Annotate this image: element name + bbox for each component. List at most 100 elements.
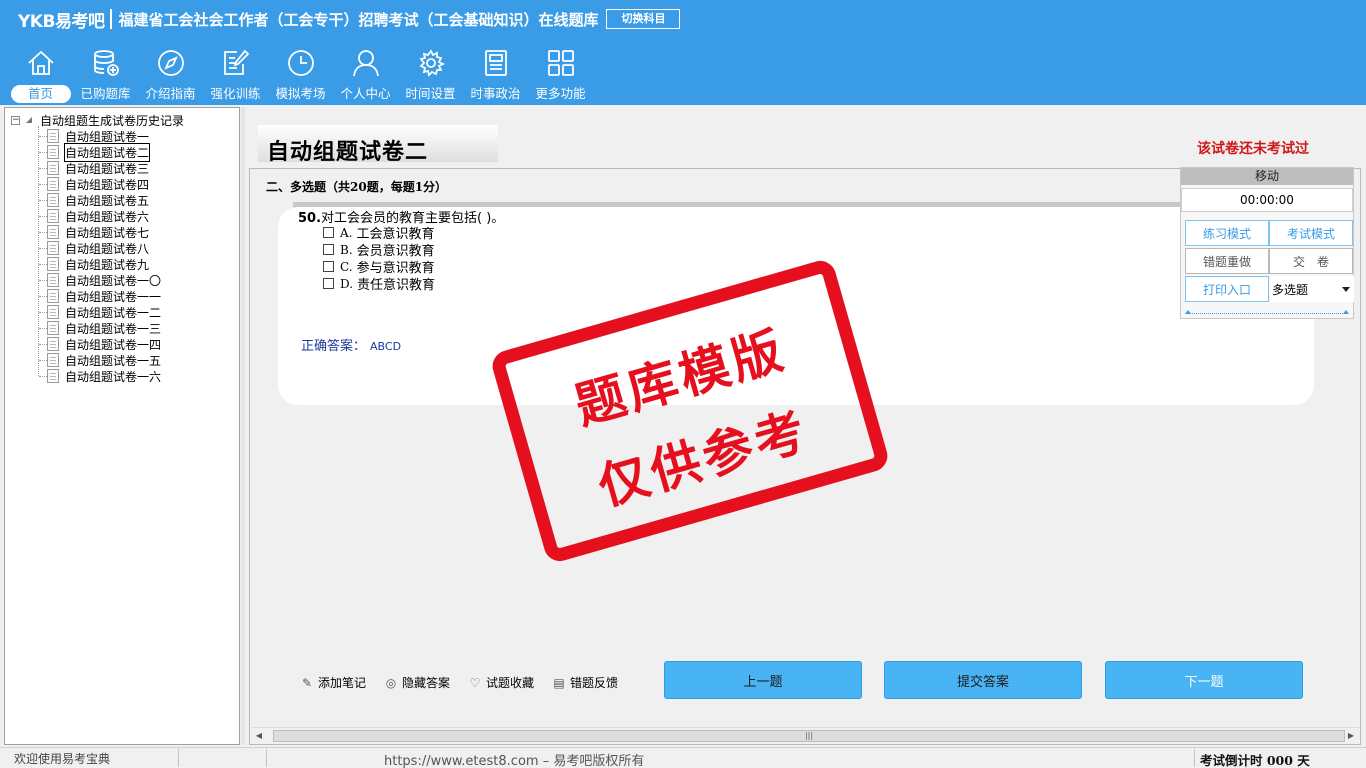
tree-item[interactable]: 自动组题试卷六 [39,208,149,224]
document-icon [47,193,59,207]
tree-connector [39,327,47,329]
document-icon [47,225,59,239]
section-title: 二、多选题（共20题，每题1分） [266,180,448,194]
home-icon [26,48,56,78]
document-icon [47,145,59,159]
nav-more[interactable]: 更多功能 [528,48,593,104]
nav-home[interactable]: 首页 [8,48,73,104]
print-entry-button[interactable]: 打印入口 [1185,276,1269,302]
tree-connector [39,263,47,265]
tree-item[interactable]: 自动组题试卷一四 [39,336,161,352]
tree-connector [39,135,47,137]
next-question-button[interactable]: 下一题 [1105,661,1303,699]
nav-label: 时间设置 [405,86,456,101]
nav-profile[interactable]: 个人中心 [333,48,398,104]
tree-connector [39,375,47,377]
option-letter: A. [340,225,353,240]
tree-root[interactable]: − 自动组题生成试卷历史记录 [11,112,184,128]
document-icon [47,353,59,367]
document-icon [47,289,59,303]
brand-logo: YKB易考吧 [18,11,105,32]
nav-purchased[interactable]: 已购题库 [73,48,138,104]
tree-item[interactable]: 自动组题试卷五 [39,192,149,208]
hide-answer-action[interactable]: ◎ 隐藏答案 [384,674,450,691]
horizontal-scrollbar[interactable]: ◀ ||| ▶ [251,727,1359,743]
tree-item-label: 自动组题试卷二 [63,142,151,162]
document-icon [47,209,59,223]
switch-subject-button[interactable]: 切换科目 [606,9,681,29]
database-icon [91,48,121,78]
feedback-action[interactable]: ▤ 错题反馈 [552,674,618,691]
hand-in-button[interactable]: 交 卷 [1269,248,1353,274]
action-label: 添加笔记 [318,676,367,690]
scroll-right-icon[interactable]: ▶ [1343,728,1359,744]
prev-question-button[interactable]: 上一题 [664,661,862,699]
exam-mode-button[interactable]: 考试模式 [1269,220,1353,246]
title-separator [110,9,113,29]
document-icon [47,177,59,191]
tree-item[interactable]: 自动组题试卷八 [39,240,149,256]
tree-item[interactable]: 自动组题试卷七 [39,224,149,240]
move-handle[interactable]: 移动 [1181,168,1353,185]
add-note-action[interactable]: ✎ 添加笔记 [300,674,366,691]
tree-item[interactable]: 自动组题试卷一〇 [39,272,161,288]
action-label: 隐藏答案 [402,676,451,690]
option-d[interactable]: D. 责任意识教育 [323,275,436,293]
tree-connector [39,311,47,313]
tree-item-label: 自动组题试卷一二 [65,305,162,320]
welcome-text: 欢迎使用易考宝典 [14,752,111,766]
nav-mock-exam[interactable]: 模拟考场 [268,48,333,104]
copyright-text: https://www.etest8.com – 易考吧版权所有 [384,754,645,768]
tree-item-label: 自动组题试卷四 [65,177,150,192]
tree-item[interactable]: 自动组题试卷一五 [39,352,161,368]
question-number: 50. [298,211,322,226]
submit-answer-button[interactable]: 提交答案 [884,661,1082,699]
option-letter: D. [340,276,354,291]
collapse-icon[interactable]: − [11,115,20,125]
question-type-select[interactable]: 多选题 [1270,276,1354,302]
tree-connector [39,359,47,361]
document-icon [47,161,59,175]
tree-connector [39,183,47,185]
tree-item-label: 自动组题试卷三 [65,161,150,176]
tree-item[interactable]: 自动组题试卷一一 [39,288,161,304]
tree-item[interactable]: 自动组题试卷四 [39,176,149,192]
tree-item[interactable]: 自动组题试卷一 [39,128,149,144]
option-a[interactable]: A. 工会意识教育 [323,224,435,242]
tree-item[interactable]: 自动组题试卷二 [39,142,151,162]
practice-mode-button[interactable]: 练习模式 [1185,220,1269,246]
nav-label: 已购题库 [80,86,131,101]
checkbox[interactable] [323,261,334,272]
tree-item[interactable]: 自动组题试卷一六 [39,368,161,384]
nav-time-settings[interactable]: 时间设置 [398,48,463,104]
scroll-thumb[interactable]: ||| [273,730,1345,742]
checkbox[interactable] [323,244,334,255]
checkbox[interactable] [323,227,334,238]
option-b[interactable]: B. 会员意识教育 [323,241,435,259]
tree-connector [39,279,47,281]
nav-training[interactable]: 强化训练 [203,48,268,104]
scroll-left-icon[interactable]: ◀ [251,728,267,744]
panel-splitter[interactable] [241,107,245,745]
nav-label: 更多功能 [535,86,586,101]
tree-item[interactable]: 自动组题试卷一三 [39,320,161,336]
news-icon [481,48,511,78]
option-text: 责任意识教育 [357,278,436,293]
app-title: 福建省工会社会工作者（工会专干）招聘考试（工会基础知识）在线题库 [118,10,599,29]
nav-current-affairs[interactable]: 时事政治 [463,48,528,104]
tree-item-label: 自动组题试卷一三 [65,321,162,336]
tree-connector [39,247,47,249]
checkbox[interactable] [323,278,334,289]
tree-item-label: 自动组题试卷一五 [65,353,162,368]
tree-item[interactable]: 自动组题试卷三 [39,160,149,176]
tree-item[interactable]: 自动组题试卷一二 [39,304,161,320]
tree-item[interactable]: 自动组题试卷九 [39,256,149,272]
option-c[interactable]: C. 参与意识教育 [323,258,435,276]
favorite-action[interactable]: ♡ 试题收藏 [468,674,534,691]
tree-connector [39,343,47,345]
action-label: 试题收藏 [486,676,535,690]
nav-guide[interactable]: 介绍指南 [138,48,203,104]
tree-connector [39,215,47,217]
redo-wrong-button[interactable]: 错题重做 [1185,248,1269,274]
tree-connector [39,151,47,153]
